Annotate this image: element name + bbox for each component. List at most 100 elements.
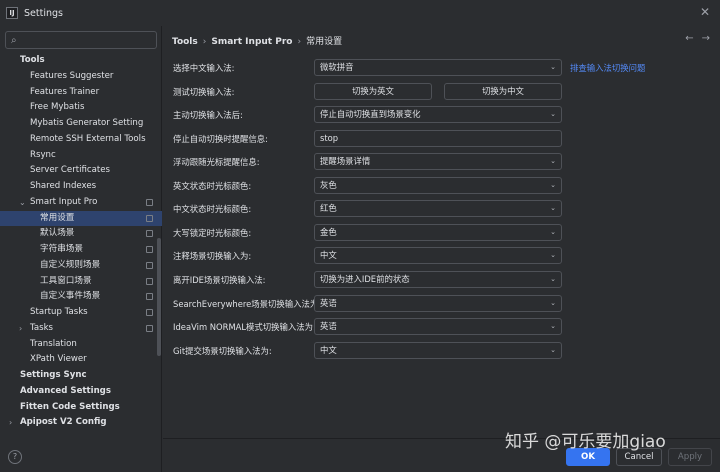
setting-label: 中文状态时光标颜色: <box>173 204 252 215</box>
sidebar-item[interactable]: 自定义事件场景 <box>0 289 162 305</box>
sidebar-item[interactable]: Rsync <box>0 148 162 164</box>
sidebar-item[interactable]: Features Suggester <box>0 69 162 85</box>
zhihu-watermark: 知乎 @可乐要加giao <box>505 432 666 452</box>
setting-value: 切换为进入IDE前的状态 <box>320 273 410 284</box>
project-scope-icon <box>146 293 153 301</box>
chevron-down-icon[interactable]: ⌄ <box>19 195 26 211</box>
window-title: Settings <box>24 7 63 19</box>
breadcrumb-item[interactable]: Tools <box>172 37 198 47</box>
setting-value: 微软拼音 <box>320 62 354 72</box>
sidebar-item[interactable]: Mybatis Generator Setting <box>0 116 162 132</box>
setting-value: stop <box>320 132 339 143</box>
sidebar-item-label: Rsync <box>30 149 56 160</box>
setting-text-input[interactable]: stop <box>314 129 562 147</box>
setting-select[interactable]: 切换为进入IDE前的状态 ⌄ <box>314 270 562 288</box>
sidebar-item-label: Tasks <box>30 322 54 333</box>
setting-value: 提醒场景详情 <box>320 156 371 167</box>
setting-select[interactable]: 中文 ⌄ <box>314 247 562 265</box>
breadcrumb-item[interactable]: Smart Input Pro <box>211 37 292 47</box>
sidebar-scrollbar[interactable] <box>157 238 161 356</box>
sidebar-item[interactable]: Translation <box>0 337 162 353</box>
setting-value: 英语 <box>320 297 337 308</box>
sidebar-item[interactable]: Advanced Settings <box>0 384 162 400</box>
breadcrumb-separator: › <box>297 37 302 47</box>
sidebar-item-label: 常用设置 <box>40 212 75 223</box>
sidebar-item[interactable]: Free Mybatis <box>0 100 162 116</box>
sidebar-item[interactable]: 默认场景 <box>0 226 162 242</box>
sidebar-item-label: Features Trainer <box>30 86 100 97</box>
setting-value: 中文 <box>320 344 337 355</box>
app-icon: IJ <box>6 7 18 19</box>
sidebar-item[interactable]: 字符串场景 <box>0 242 162 258</box>
sidebar-item-label: Remote SSH External Tools <box>30 133 146 144</box>
sidebar-item-label: 字符串场景 <box>40 244 83 254</box>
sidebar-item-label: Tools <box>20 55 45 65</box>
chevron-down-icon: ⌄ <box>550 345 556 354</box>
sidebar-item[interactable]: ⌄ Smart Input Pro <box>0 195 162 211</box>
sidebar-item[interactable]: Startup Tasks <box>0 305 162 321</box>
sidebar-item-label: 自定义规则场景 <box>40 259 101 270</box>
setting-select[interactable]: 红色 ⌄ <box>314 200 562 218</box>
chevron-down-icon: ⌄ <box>550 110 556 119</box>
forward-arrow-icon[interactable]: → <box>702 33 710 44</box>
troubleshoot-link[interactable]: 排查输入法切换问题 <box>570 62 645 74</box>
setting-label: 浮动跟随光标提醒信息: <box>173 157 260 168</box>
sidebar-item[interactable]: Fitten Code Settings <box>0 400 162 416</box>
sidebar-item-label: 默认场景 <box>40 228 75 239</box>
search-icon: ⌕ <box>11 35 17 46</box>
sidebar-item-label: Free Mybatis <box>30 102 85 113</box>
chevron-down-icon: ⌄ <box>550 204 556 213</box>
setting-select[interactable]: 英语 ⌄ <box>314 294 562 312</box>
test-switch-buttons: 切换为英文 切换为中文 <box>314 82 562 100</box>
sidebar-item[interactable]: Settings Sync <box>0 368 162 384</box>
settings-search-input[interactable]: ⌕ <box>5 31 157 49</box>
switch-to-english-button[interactable]: 切换为英文 <box>314 82 432 100</box>
sidebar-item[interactable]: Server Certificates <box>0 163 162 179</box>
setting-label: 测试切换输入法: <box>173 86 235 97</box>
sidebar-item-label: Translation <box>30 338 77 349</box>
sidebar-item[interactable]: › Apipost V2 Config <box>0 415 162 431</box>
setting-select[interactable]: 金色 ⌄ <box>314 223 562 241</box>
apply-button[interactable]: Apply <box>668 448 712 466</box>
sidebar-item-label: Startup Tasks <box>30 307 88 317</box>
help-button[interactable]: ? <box>8 450 22 464</box>
sidebar-item[interactable]: 工具窗口场景 <box>0 274 162 290</box>
sidebar-item[interactable]: XPath Viewer <box>0 352 162 368</box>
sidebar-item[interactable]: Shared Indexes <box>0 179 162 195</box>
setting-select[interactable]: 英语 ⌄ <box>314 318 562 336</box>
back-arrow-icon[interactable]: ← <box>685 33 693 44</box>
breadcrumb-separator: › <box>202 37 207 47</box>
setting-label: Git提交场景切换输入法为: <box>173 345 272 356</box>
sidebar-item[interactable]: Features Trainer <box>0 85 162 101</box>
sidebar-item[interactable]: Remote SSH External Tools <box>0 132 162 148</box>
setting-select[interactable]: 微软拼音 ⌄ <box>314 59 562 76</box>
sidebar-item-label: Fitten Code Settings <box>20 401 120 412</box>
chevron-down-icon: ⌄ <box>550 157 556 166</box>
breadcrumb: Tools › Smart Input Pro › 常用设置 <box>172 34 342 47</box>
setting-select[interactable]: 提醒场景详情 ⌄ <box>314 153 562 171</box>
sidebar-item[interactable]: 自定义规则场景 <box>0 258 162 274</box>
project-scope-icon <box>146 261 153 269</box>
project-scope-icon <box>146 309 153 316</box>
close-icon[interactable]: ✕ <box>698 5 712 19</box>
chevron-down-icon: ⌄ <box>550 227 556 236</box>
chevron-right-icon[interactable]: › <box>19 321 22 337</box>
switch-to-chinese-button[interactable]: 切换为中文 <box>444 82 562 100</box>
setting-select[interactable]: 中文 ⌄ <box>314 341 562 359</box>
setting-value: 红色 <box>320 203 337 214</box>
chevron-right-icon[interactable]: › <box>9 415 12 431</box>
setting-label: 停止自动切换时提醒信息: <box>173 133 268 144</box>
sidebar-item[interactable]: Tools <box>0 53 162 69</box>
project-scope-icon <box>146 246 153 253</box>
setting-select[interactable]: 停止自动切换直到场景变化 ⌄ <box>314 106 562 124</box>
setting-label: IdeaVim NORMAL模式切换输入法为: <box>173 322 316 333</box>
sidebar-item-label: 工具窗口场景 <box>40 275 92 286</box>
title-bar: IJ Settings ✕ <box>0 0 720 26</box>
sidebar-item[interactable]: › Tasks <box>0 321 162 337</box>
sidebar-item[interactable]: 常用设置 <box>0 210 162 227</box>
setting-select[interactable]: 灰色 ⌄ <box>314 176 562 194</box>
setting-label: 主动切换输入法后: <box>173 110 243 121</box>
sidebar-item-label: Shared Indexes <box>30 181 97 191</box>
chevron-down-icon: ⌄ <box>550 274 556 283</box>
sidebar-item-label: Server Certificates <box>30 165 111 176</box>
